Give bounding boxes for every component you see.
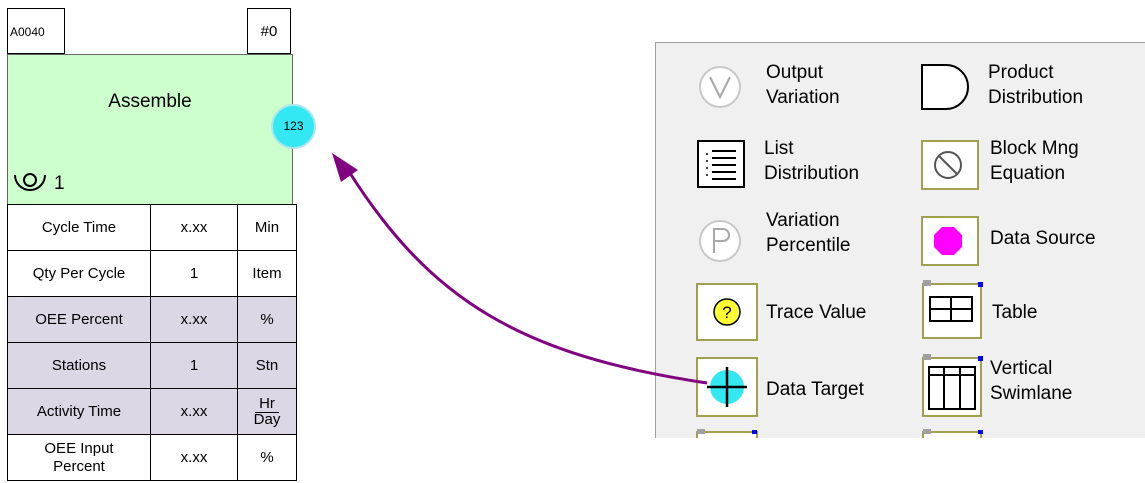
palette-label-line2: Variation	[766, 87, 840, 108]
palette-item-product-distribution[interactable]: Product Distribution	[920, 59, 1140, 115]
palette-label-line1: Table	[992, 302, 1038, 323]
row-cycle-time[interactable]: Cycle Time x.xx Min	[7, 204, 297, 251]
palette-label-line1: Variation	[766, 210, 840, 231]
row-unit: Stn	[237, 342, 297, 389]
data-target-badge[interactable]: 123	[271, 104, 316, 149]
palette-label-line1: List	[764, 138, 794, 159]
palette-label-line1: Block Mng	[990, 138, 1079, 159]
partial-block-icon	[922, 429, 983, 438]
palette-label-line2: Distribution	[988, 87, 1084, 108]
variation-percentile-icon	[699, 220, 741, 262]
row-label-line1: OEE Input	[44, 439, 114, 457]
row-oee-percent[interactable]: OEE Percent x.xx %	[7, 296, 297, 343]
row-unit: Hr Day	[237, 388, 297, 435]
palette-label-line1: Vertical	[990, 358, 1053, 379]
palette-label-line1: Data Source	[990, 228, 1096, 249]
table-icon	[922, 280, 983, 339]
row-label: Qty Per Cycle	[7, 250, 151, 297]
row-unit: Item	[237, 250, 297, 297]
block-id: A0040	[7, 8, 65, 54]
product-distribution-icon	[921, 64, 969, 110]
row-value[interactable]: x.xx	[150, 434, 238, 481]
row-qty-per-cycle[interactable]: Qty Per Cycle 1 Item	[7, 250, 297, 297]
row-stations[interactable]: Stations 1 Stn	[7, 342, 297, 389]
palette-label-line2: Equation	[990, 163, 1066, 184]
row-value[interactable]: x.xx	[150, 204, 238, 251]
svg-text:?: ?	[722, 303, 731, 322]
row-unit: %	[237, 434, 297, 481]
palette-label-line2: Distribution	[764, 163, 860, 184]
block-level: 1	[54, 173, 65, 194]
palette-item-list-distribution[interactable]: List Distribution	[696, 135, 936, 191]
palette-label-line1: Product	[988, 62, 1054, 83]
row-activity-time[interactable]: Activity Time x.xx Hr Day	[7, 388, 297, 435]
data-source-icon	[921, 216, 979, 266]
level-icon	[14, 173, 46, 191]
palette-item-variation-percentile[interactable]: Variation Percentile	[696, 210, 936, 267]
palette-item-partial-right[interactable]	[920, 429, 984, 438]
block-body[interactable]: Assemble 1	[7, 54, 293, 205]
palette-item-trace-value[interactable]: ? Trace Value	[696, 283, 936, 343]
row-label: OEE Percent	[7, 296, 151, 343]
palette-label-line1: Data Target	[766, 379, 864, 400]
vertical-swimlane-icon	[922, 354, 983, 417]
activity-block[interactable]: A0040 #0 Assemble 1 123 Cycle Time x.xx …	[7, 8, 316, 482]
row-label: Cycle Time	[7, 204, 151, 251]
row-value[interactable]: 1	[150, 250, 238, 297]
palette-label-line2: Swimlane	[990, 383, 1073, 404]
palette-item-vertical-swimlane[interactable]: Vertical Swimlane	[920, 353, 1140, 421]
palette-label-line1: Output	[766, 62, 824, 83]
trace-value-icon: ?	[696, 283, 758, 341]
block-title: Assemble	[108, 91, 192, 112]
row-value[interactable]: x.xx	[150, 388, 238, 435]
row-label: Activity Time	[7, 388, 151, 435]
partial-block-icon	[696, 429, 758, 438]
palette-item-data-source[interactable]: Data Source	[920, 211, 1140, 267]
palette-item-data-target[interactable]: Data Target	[696, 357, 936, 421]
row-value[interactable]: x.xx	[150, 296, 238, 343]
palette-item-table[interactable]: Table	[920, 279, 1140, 343]
output-variation-icon	[699, 66, 741, 108]
block-number: #0	[247, 8, 291, 54]
data-target-icon	[696, 357, 758, 417]
arrow-line	[346, 169, 708, 385]
palette-label-line1: Trace Value	[766, 302, 867, 323]
row-unit: %	[237, 296, 297, 343]
list-distribution-icon	[697, 140, 745, 188]
arrow-head	[332, 153, 358, 182]
row-value[interactable]: 1	[150, 342, 238, 389]
properties-table: Cycle Time x.xx Min Qty Per Cycle 1 Item…	[7, 204, 297, 481]
row-oee-input-percent[interactable]: OEE Input Percent x.xx %	[7, 434, 297, 481]
row-label: Stations	[7, 342, 151, 389]
block-mng-equation-icon	[921, 140, 979, 190]
unit-denominator: Day	[253, 410, 281, 428]
block-palette: Output Variation Product Distribution Li…	[655, 42, 1145, 438]
palette-item-partial-left[interactable]	[696, 429, 758, 438]
palette-item-output-variation[interactable]: Output Variation	[696, 59, 936, 115]
row-label: OEE Input Percent	[7, 434, 151, 481]
palette-item-block-mng-equation[interactable]: Block Mng Equation	[920, 135, 1140, 191]
row-unit: Min	[237, 204, 297, 251]
row-label-line2: Percent	[53, 457, 105, 475]
palette-label-line2: Percentile	[766, 235, 851, 256]
